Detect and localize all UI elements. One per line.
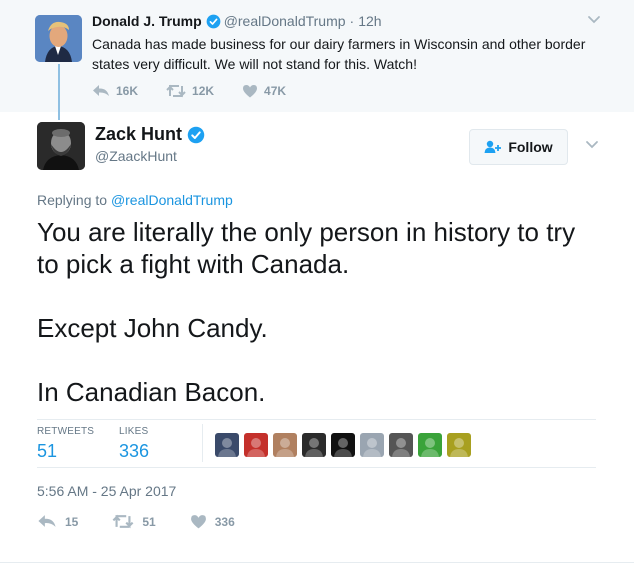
- header-separator: ·: [349, 13, 355, 29]
- likes-label: LIKES: [119, 426, 149, 437]
- tweet-text-line: [37, 344, 597, 376]
- liker-avatar[interactable]: [389, 433, 413, 457]
- chevron-down-icon[interactable]: [584, 138, 600, 152]
- tweet-text: You are literally the only person in his…: [37, 216, 597, 408]
- divider: [37, 467, 596, 468]
- author-name-row: Zack Hunt: [95, 124, 208, 145]
- parent-retweet-button[interactable]: 12K: [166, 84, 214, 98]
- parent-author-name[interactable]: Donald J. Trump: [92, 13, 202, 29]
- stats-separator: [202, 424, 203, 462]
- retweet-button[interactable]: 51: [112, 514, 156, 529]
- tweet-actions: 15 51 336: [37, 514, 269, 529]
- tweet-text-line: You are literally the only person in his…: [37, 217, 576, 279]
- liker-avatar[interactable]: [215, 433, 239, 457]
- thread-connector-line: [58, 64, 60, 120]
- tweet-timestamp[interactable]: 5:56 AM - 25 Apr 2017: [37, 483, 176, 499]
- divider: [0, 562, 634, 563]
- liker-avatar[interactable]: [302, 433, 326, 457]
- verified-badge-icon: [206, 14, 221, 28]
- add-user-icon: [484, 140, 502, 153]
- parent-like-button[interactable]: 47K: [242, 84, 286, 98]
- parent-tweet-time[interactable]: 12h: [358, 13, 381, 29]
- liker-avatar[interactable]: [360, 433, 384, 457]
- liker-avatar[interactable]: [331, 433, 355, 457]
- parent-reply-count: 16K: [116, 84, 139, 98]
- reply-count: 15: [65, 514, 79, 529]
- retweet-icon: [166, 84, 186, 98]
- follow-button[interactable]: Follow: [469, 129, 568, 165]
- liker-avatar[interactable]: [418, 433, 442, 457]
- follow-button-label: Follow: [508, 139, 553, 155]
- replying-handle-link[interactable]: @realDonaldTrump: [111, 192, 233, 208]
- likes-value: 336: [119, 441, 150, 461]
- author-avatar[interactable]: [37, 122, 85, 170]
- retweet-count: 51: [142, 514, 156, 529]
- likes-stat[interactable]: LIKES 336: [119, 426, 149, 462]
- retweets-stat[interactable]: RETWEETS 51: [37, 426, 95, 462]
- retweets-value: 51: [37, 441, 58, 461]
- like-button[interactable]: 336: [190, 514, 235, 529]
- parent-avatar[interactable]: [35, 15, 82, 62]
- tweet-text-line: [37, 280, 597, 312]
- replying-prefix: Replying to: [37, 192, 108, 208]
- heart-icon: [243, 85, 258, 98]
- parent-tweet[interactable]: Donald J. Trump @realDonaldTrump · 12h C…: [0, 0, 634, 120]
- parent-tweet-text: Canada has made business for our dairy f…: [92, 36, 586, 72]
- parent-tweet-header: Donald J. Trump @realDonaldTrump · 12h: [92, 13, 382, 29]
- tweet-text-line: In Canadian Bacon.: [37, 377, 266, 407]
- liker-avatar[interactable]: [447, 433, 471, 457]
- reply-icon: [93, 85, 109, 96]
- heart-icon: [190, 515, 206, 529]
- parent-reply-button[interactable]: 16K: [92, 84, 138, 98]
- parent-like-count: 47K: [264, 84, 287, 98]
- author-name[interactable]: Zack Hunt: [95, 124, 182, 145]
- retweets-label: RETWEETS: [37, 426, 95, 437]
- parent-retweet-count: 12K: [192, 84, 215, 98]
- parent-author-handle[interactable]: @realDonaldTrump: [224, 13, 346, 29]
- liker-avatars: [215, 433, 476, 457]
- liker-avatar[interactable]: [244, 433, 268, 457]
- verified-badge-icon: [187, 126, 205, 143]
- replying-to: Replying to @realDonaldTrump: [37, 192, 233, 208]
- tweet-stats: RETWEETS 51 LIKES 336: [37, 426, 173, 462]
- tweet-text-line: Except John Candy.: [37, 313, 268, 343]
- divider: [37, 419, 596, 420]
- author-handle[interactable]: @ZaackHunt: [95, 148, 177, 164]
- reply-icon: [38, 515, 56, 527]
- chevron-down-icon[interactable]: [586, 13, 602, 27]
- liker-avatar[interactable]: [273, 433, 297, 457]
- parent-tweet-actions: 16K 12K 47K: [92, 84, 314, 98]
- like-count: 336: [214, 514, 235, 529]
- retweet-icon: [112, 514, 134, 529]
- reply-button[interactable]: 15: [37, 514, 78, 529]
